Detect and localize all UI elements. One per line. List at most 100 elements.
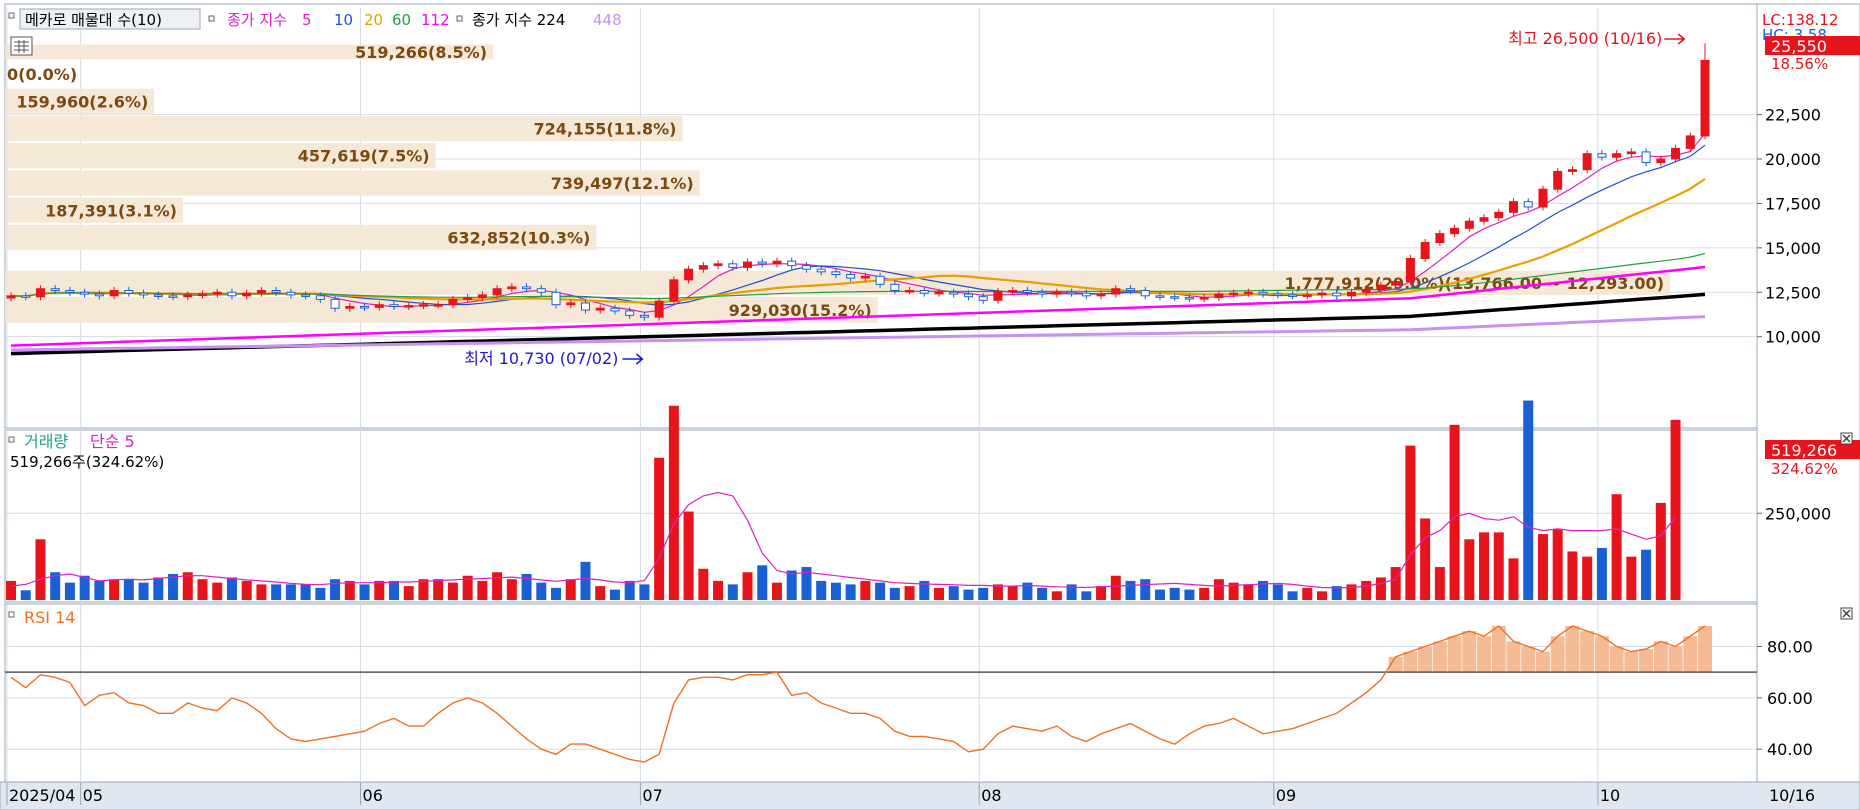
candle bbox=[6, 295, 16, 299]
volume-bar bbox=[226, 577, 237, 600]
candle bbox=[1671, 147, 1681, 160]
candle bbox=[580, 302, 590, 311]
ma-legend-period: 5 bbox=[302, 11, 312, 29]
candle bbox=[1464, 220, 1474, 229]
volume-bar bbox=[6, 580, 16, 600]
low-annotation: 최저 10,730 (07/02) bbox=[464, 349, 618, 368]
volume-bar bbox=[1037, 587, 1048, 600]
candle bbox=[1626, 151, 1636, 155]
volume-bar bbox=[889, 587, 900, 600]
ma-legend-label: 종가 지수 bbox=[227, 11, 287, 29]
y-tick-label: 80.00 bbox=[1767, 638, 1813, 657]
volume-bar bbox=[1670, 419, 1681, 600]
candle bbox=[65, 289, 75, 293]
volume-bar bbox=[1655, 502, 1666, 600]
volume-bar bbox=[1523, 400, 1534, 600]
candle bbox=[1582, 153, 1592, 171]
volume-bar bbox=[668, 405, 679, 600]
candle bbox=[1288, 294, 1298, 297]
volume-bar bbox=[1199, 587, 1210, 600]
volume-bar bbox=[285, 584, 296, 600]
x-tick-label: 08 bbox=[981, 786, 1001, 805]
ma224-legend: 종가 지수 224 bbox=[472, 11, 565, 29]
volume-bar bbox=[786, 570, 797, 600]
candle bbox=[860, 275, 870, 279]
volume-bar bbox=[845, 584, 856, 600]
candle bbox=[1067, 291, 1077, 295]
candle bbox=[669, 279, 679, 302]
volume-ma-legend: 단순 5 bbox=[90, 432, 135, 451]
candle bbox=[1420, 242, 1430, 260]
x-tick-label: 10 bbox=[1600, 786, 1620, 805]
candle bbox=[1700, 59, 1710, 137]
volume-profile-toggle-label[interactable]: 메카로 매물대 수(10) bbox=[25, 11, 162, 29]
candle bbox=[919, 289, 929, 294]
volume-readout: 519,266주(324.62%) bbox=[10, 453, 164, 471]
volume-bar bbox=[875, 582, 886, 600]
volume-profile-label: 739,497(12.1%) bbox=[551, 174, 694, 193]
candle bbox=[610, 307, 620, 312]
volume-bar bbox=[241, 580, 252, 600]
volume-bar bbox=[374, 580, 385, 600]
volume-bar bbox=[1213, 579, 1224, 600]
candle bbox=[80, 291, 90, 295]
volume-bar bbox=[1405, 445, 1416, 600]
volume-bar bbox=[1096, 586, 1107, 600]
candle bbox=[197, 293, 207, 297]
ma448-legend: 448 bbox=[593, 11, 622, 29]
candle bbox=[256, 289, 266, 294]
y-tick-label: 60.00 bbox=[1767, 689, 1813, 708]
candle bbox=[639, 314, 649, 318]
volume-bar bbox=[1493, 532, 1504, 600]
candle bbox=[963, 293, 973, 298]
ma-legend-period: 10 bbox=[334, 11, 353, 29]
volume-bar bbox=[330, 579, 341, 600]
candle bbox=[50, 288, 60, 291]
candle bbox=[35, 288, 45, 298]
volume-bar bbox=[1434, 567, 1445, 600]
candle bbox=[846, 273, 856, 279]
candle bbox=[1229, 292, 1239, 296]
volume-bar bbox=[315, 587, 326, 600]
candle bbox=[477, 294, 487, 299]
candle bbox=[875, 275, 885, 285]
candle bbox=[728, 263, 738, 268]
candle bbox=[1567, 169, 1577, 172]
candle bbox=[1022, 289, 1032, 293]
candle bbox=[1140, 289, 1150, 297]
candle bbox=[905, 289, 915, 293]
candle bbox=[625, 310, 635, 316]
candle bbox=[1008, 289, 1018, 293]
volume-bar bbox=[403, 586, 414, 600]
candle bbox=[1170, 296, 1180, 299]
candle bbox=[463, 297, 473, 300]
volume-bar bbox=[1537, 534, 1548, 600]
volume-profile-label: 519,266(8.5%) bbox=[355, 43, 487, 62]
volume-profile-label: 0(0.0%) bbox=[7, 65, 77, 84]
candle bbox=[1494, 211, 1504, 219]
candle bbox=[271, 289, 281, 293]
y-tick-label: 250,000 bbox=[1765, 504, 1831, 523]
volume-profile-label: 187,391(3.1%) bbox=[45, 201, 177, 220]
candle bbox=[787, 260, 797, 267]
candle bbox=[404, 305, 414, 308]
volume-bar bbox=[992, 584, 1003, 600]
candle bbox=[654, 300, 664, 318]
candle bbox=[242, 292, 252, 297]
candle bbox=[1317, 292, 1327, 296]
candle bbox=[1612, 153, 1622, 158]
candle bbox=[183, 294, 193, 298]
candle bbox=[109, 289, 119, 297]
volume-bar bbox=[1081, 591, 1092, 600]
volume-profile-label: 632,852(10.3%) bbox=[447, 228, 590, 247]
candle bbox=[492, 288, 502, 296]
volume-bar bbox=[1361, 580, 1372, 600]
volume-profile-label: 724,155(11.8%) bbox=[533, 120, 676, 139]
change-percent: 18.56% bbox=[1771, 55, 1828, 73]
candle bbox=[1685, 135, 1695, 149]
candle bbox=[595, 307, 605, 311]
rsi-legend-title: RSI 14 bbox=[24, 608, 75, 627]
legend-marker bbox=[8, 611, 15, 618]
high-annotation: 최고 26,500 (10/16) bbox=[1508, 29, 1662, 48]
volume-bar bbox=[978, 587, 989, 600]
